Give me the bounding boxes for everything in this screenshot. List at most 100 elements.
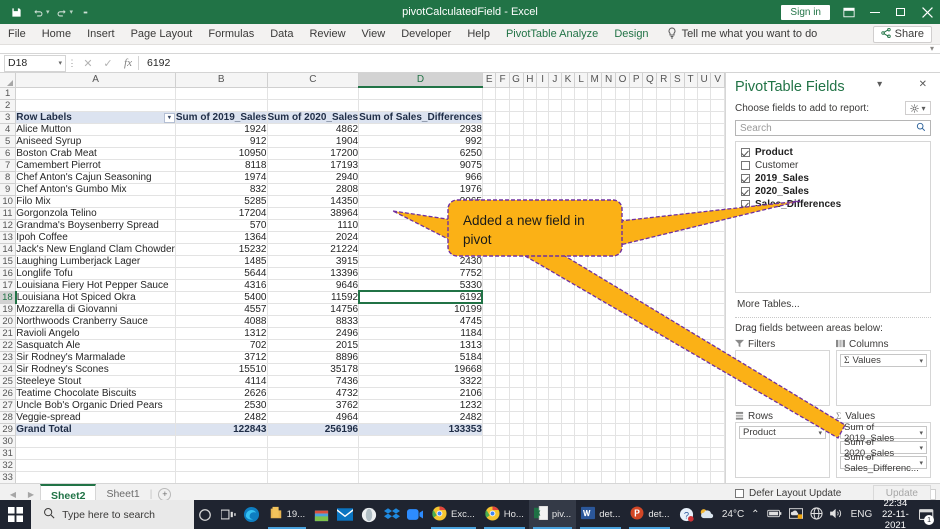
cell-K11[interactable] bbox=[561, 207, 576, 220]
cell-H29[interactable] bbox=[523, 423, 538, 436]
ribbon-tab-review[interactable]: Review bbox=[301, 24, 353, 45]
cell-K28[interactable] bbox=[561, 411, 576, 424]
cell-I28[interactable] bbox=[536, 411, 549, 424]
cell-T23[interactable] bbox=[684, 351, 698, 364]
cell-T1[interactable] bbox=[684, 87, 698, 100]
cell-T26[interactable] bbox=[684, 387, 698, 400]
cell-A22[interactable]: Sasquatch Ale bbox=[15, 339, 176, 352]
cell-G17[interactable] bbox=[509, 279, 524, 292]
chevron-down-icon[interactable]: ▾ bbox=[919, 444, 923, 452]
cell-P25[interactable] bbox=[629, 375, 644, 388]
row-header-8[interactable]: 8 bbox=[0, 171, 17, 184]
taskbar-app-folder[interactable]: 19... bbox=[264, 500, 311, 529]
cell-E13[interactable] bbox=[482, 231, 497, 244]
column-header-m[interactable]: M bbox=[587, 73, 603, 88]
cell-E14[interactable] bbox=[482, 243, 497, 256]
cell-T14[interactable] bbox=[684, 243, 698, 256]
cell-S6[interactable] bbox=[670, 147, 685, 160]
cell-T21[interactable] bbox=[684, 327, 698, 340]
cell-Q18[interactable] bbox=[642, 291, 658, 304]
cell-A21[interactable]: Ravioli Angelo bbox=[15, 327, 176, 340]
cell-C16[interactable]: 13396 bbox=[267, 267, 360, 280]
table-row[interactable]: 20 Northwoods Cranberry Sauce 4088 8833 4745 bbox=[0, 315, 725, 328]
cell-N4[interactable] bbox=[601, 123, 617, 136]
cell-H21[interactable] bbox=[523, 327, 538, 340]
cell-D14[interactable]: 5992 bbox=[358, 243, 483, 256]
cell-C20[interactable]: 8833 bbox=[267, 315, 360, 328]
table-row[interactable]: 16 Longlife Tofu 5644 13396 7752 bbox=[0, 267, 725, 280]
table-row[interactable]: 24 Sir Rodney's Scones 15510 35178 19668 bbox=[0, 363, 725, 376]
cell-B14[interactable]: 15232 bbox=[175, 243, 268, 256]
cell-O27[interactable] bbox=[615, 399, 630, 412]
column-header-k[interactable]: K bbox=[561, 73, 576, 88]
cell-F21[interactable] bbox=[495, 327, 510, 340]
cell-I17[interactable] bbox=[536, 279, 549, 292]
cell-L21[interactable] bbox=[574, 327, 589, 340]
cell-S15[interactable] bbox=[670, 255, 685, 268]
cell-J32[interactable] bbox=[548, 459, 562, 472]
cell-V5[interactable] bbox=[710, 135, 725, 148]
cell-O20[interactable] bbox=[615, 315, 630, 328]
cell-V24[interactable] bbox=[710, 363, 725, 376]
cell-M24[interactable] bbox=[587, 363, 603, 376]
chevron-down-icon[interactable]: ▾ bbox=[919, 357, 923, 365]
column-header-e[interactable]: E bbox=[482, 73, 497, 88]
cell-Q5[interactable] bbox=[642, 135, 658, 148]
cell-F18[interactable] bbox=[495, 291, 510, 304]
weather-temperature[interactable]: 24°C bbox=[722, 509, 744, 520]
cell-M4[interactable] bbox=[587, 123, 603, 136]
cell-U28[interactable] bbox=[697, 411, 712, 424]
cell-U30[interactable] bbox=[697, 435, 712, 448]
cell-H28[interactable] bbox=[523, 411, 538, 424]
cell-L15[interactable] bbox=[574, 255, 589, 268]
cell-T29[interactable] bbox=[684, 423, 698, 436]
insert-function-icon[interactable]: fx bbox=[118, 57, 138, 69]
cell-E19[interactable] bbox=[482, 303, 497, 316]
table-row[interactable]: 22 Sasquatch Ale 702 2015 1313 bbox=[0, 339, 725, 352]
cell-O12[interactable] bbox=[615, 219, 630, 232]
cell-F7[interactable] bbox=[495, 159, 510, 172]
sign-in-button[interactable]: Sign in bbox=[781, 4, 830, 20]
cell-E26[interactable] bbox=[482, 387, 497, 400]
cell-C9[interactable]: 2808 bbox=[267, 183, 360, 196]
undo-icon[interactable] bbox=[28, 2, 48, 22]
row-header-22[interactable]: 22 bbox=[0, 339, 17, 352]
row-header-29[interactable]: 29 bbox=[0, 423, 17, 436]
cell-D9[interactable]: 1976 bbox=[358, 183, 483, 196]
row-header-31[interactable]: 31 bbox=[0, 447, 17, 460]
cell-O4[interactable] bbox=[615, 123, 630, 136]
cell-A16[interactable]: Longlife Tofu bbox=[15, 267, 176, 280]
cell-L18[interactable] bbox=[574, 291, 589, 304]
cell-U24[interactable] bbox=[697, 363, 712, 376]
cell-A18[interactable]: Louisiana Hot Spiced Okra bbox=[15, 291, 176, 304]
cell-I25[interactable] bbox=[536, 375, 549, 388]
cell-E31[interactable] bbox=[482, 447, 497, 460]
cell-G18[interactable] bbox=[509, 291, 524, 304]
share-button[interactable]: Share bbox=[872, 25, 932, 43]
cell-G10[interactable] bbox=[509, 195, 524, 208]
cell-P7[interactable] bbox=[629, 159, 644, 172]
taskbar-app-edge-icon[interactable] bbox=[240, 500, 263, 529]
cell-H15[interactable] bbox=[523, 255, 538, 268]
cell-H22[interactable] bbox=[523, 339, 538, 352]
cell-R27[interactable] bbox=[656, 399, 672, 412]
cell-M22[interactable] bbox=[587, 339, 603, 352]
cell-S1[interactable] bbox=[670, 87, 685, 100]
cell-K8[interactable] bbox=[561, 171, 576, 184]
table-row[interactable]: 19 Mozzarella di Giovanni 4557 14756 10199 bbox=[0, 303, 725, 316]
cell-T22[interactable] bbox=[684, 339, 698, 352]
ribbon-tab-insert[interactable]: Insert bbox=[79, 24, 123, 45]
cell-C1[interactable] bbox=[267, 87, 360, 100]
cell-F12[interactable] bbox=[495, 219, 510, 232]
cell-I3[interactable] bbox=[536, 111, 549, 124]
cell-T30[interactable] bbox=[684, 435, 698, 448]
cell-V4[interactable] bbox=[710, 123, 725, 136]
tell-me-search[interactable]: Tell me what you want to do bbox=[667, 26, 817, 42]
cell-Q29[interactable] bbox=[642, 423, 658, 436]
cell-N25[interactable] bbox=[601, 375, 617, 388]
cell-V27[interactable] bbox=[710, 399, 725, 412]
cell-Q4[interactable] bbox=[642, 123, 658, 136]
cell-K10[interactable] bbox=[561, 195, 576, 208]
cell-D8[interactable]: 966 bbox=[358, 171, 483, 184]
cell-O11[interactable] bbox=[615, 207, 630, 220]
